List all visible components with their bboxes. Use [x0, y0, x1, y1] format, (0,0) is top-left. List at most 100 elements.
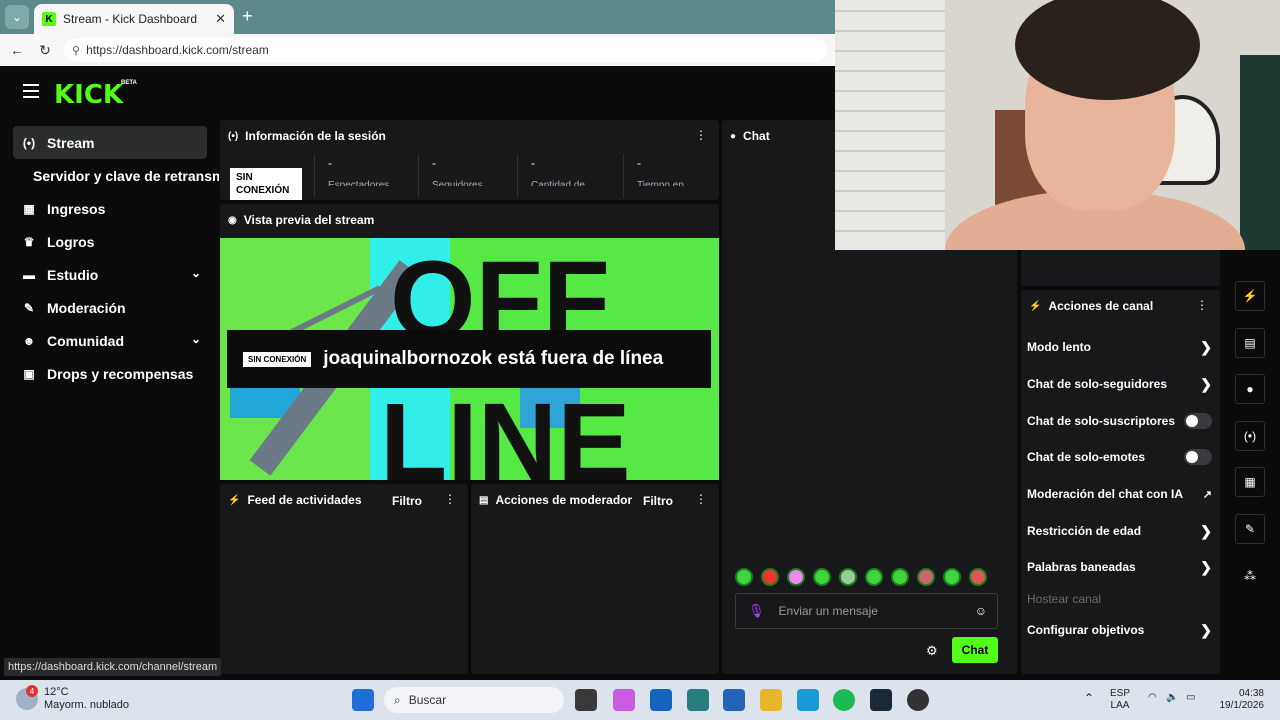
browser-tab[interactable]: K Stream - Kick Dashboard ✕ — [34, 4, 234, 34]
lightning-icon: ⚡ — [228, 494, 241, 506]
reload-icon[interactable]: ↻ — [34, 42, 56, 59]
sidebar-item-label: Logros — [47, 233, 95, 250]
action-modo-lento[interactable]: Modo lento ❯ — [1027, 337, 1212, 357]
document-icon[interactable]: ▤ — [1235, 328, 1265, 358]
more-options-icon[interactable]: ⋮ — [695, 128, 707, 142]
site-info-icon[interactable]: ⚲ — [72, 44, 80, 57]
action-label: Restricción de edad — [1027, 524, 1142, 538]
emote-icon[interactable] — [969, 568, 987, 586]
action-solo-suscriptores[interactable]: Chat de solo-suscriptores — [1027, 411, 1212, 431]
sidebar-item-stream[interactable]: (•) Stream — [13, 126, 207, 159]
taskbar-search[interactable]: ⌕ Buscar — [384, 687, 564, 713]
back-icon[interactable]: ← — [6, 42, 28, 58]
folder-icon[interactable] — [760, 689, 782, 711]
gear-icon[interactable]: ⚙ — [926, 643, 938, 659]
emote-icon[interactable] — [839, 568, 857, 586]
url-field[interactable]: ⚲ https://dashboard.kick.com/stream — [64, 38, 827, 62]
language-indicator[interactable]: ESP LAA — [1110, 688, 1130, 712]
sidebar-item-server-key[interactable]: Servidor y clave de retransm — [5, 159, 219, 192]
send-chat-button[interactable]: Chat — [952, 637, 998, 663]
action-configurar-objetivos[interactable]: Configurar objetivos ❯ — [1027, 620, 1212, 640]
volume-icon[interactable]: 🔈 — [1166, 692, 1178, 704]
emoji-icon[interactable]: ☺ — [975, 604, 987, 618]
kick-logo[interactable]: KICK — [54, 80, 123, 110]
emote-bar — [735, 568, 987, 586]
sidebar-item-estudio[interactable]: ▬ Estudio ⌄ — [13, 258, 207, 291]
stat-followers-value: - — [432, 156, 436, 170]
activity-feed-panel: ⚡ Feed de actividades Filtro ⋮ — [220, 484, 468, 674]
sidebar-item-label: Moderación — [47, 299, 126, 316]
action-solo-emotes[interactable]: Chat de solo-emotes — [1027, 447, 1212, 467]
sidebar-tooltip[interactable]: Servidor y clave de retransm — [5, 159, 219, 192]
toggle-switch[interactable] — [1184, 449, 1212, 465]
community-icon[interactable]: ⁂ — [1235, 561, 1265, 591]
chat-bubble-icon[interactable]: ● — [1235, 374, 1265, 404]
layout-icon[interactable]: ▦ — [1235, 467, 1265, 497]
offline-badge: SIN CONEXIÓN — [230, 168, 302, 200]
chat-message-input[interactable]: 🎙 Enviar un mensaje ☺ — [735, 593, 998, 629]
divider — [418, 154, 419, 198]
action-palabras-baneadas[interactable]: Palabras baneadas ❯ — [1027, 557, 1212, 577]
kick-favicon-icon: K — [42, 12, 56, 26]
filter-button[interactable]: Filtro — [643, 494, 673, 508]
emote-icon[interactable] — [891, 568, 909, 586]
chevron-down-icon[interactable]: ⌄ — [191, 266, 201, 280]
action-solo-seguidores[interactable]: Chat de solo-seguidores ❯ — [1027, 374, 1212, 394]
task-view-icon[interactable] — [575, 689, 597, 711]
store-icon[interactable] — [723, 689, 745, 711]
emote-icon[interactable] — [735, 568, 753, 586]
new-tab-icon[interactable]: + — [242, 6, 253, 27]
emote-icon[interactable] — [917, 568, 935, 586]
copilot-icon[interactable] — [613, 689, 635, 711]
emote-icon[interactable] — [787, 568, 805, 586]
edge-icon[interactable] — [797, 689, 819, 711]
tab-actions-icon[interactable]: ⌄ — [5, 5, 29, 29]
sidebar-item-moderacion[interactable]: ✎ Moderación — [13, 291, 207, 324]
app-icon[interactable] — [687, 689, 709, 711]
battery-icon[interactable]: ▭ — [1186, 692, 1195, 704]
chevron-down-icon[interactable]: ⌄ — [191, 332, 201, 346]
document-icon: ▤ — [479, 494, 489, 506]
wifi-icon[interactable]: ◠ — [1148, 692, 1157, 704]
dropbox-icon[interactable] — [650, 689, 672, 711]
stat-count-label: Cantidad de — [531, 180, 585, 186]
start-icon[interactable] — [352, 689, 374, 711]
sidebar-item-drops[interactable]: ▣ Drops y recompensas — [13, 357, 207, 390]
obs-icon[interactable] — [907, 689, 929, 711]
more-options-icon[interactable]: ⋮ — [444, 492, 456, 506]
studio-icon: ▬ — [23, 267, 35, 282]
more-options-icon[interactable]: ⋮ — [695, 492, 707, 506]
weather-icon: 4 — [16, 685, 38, 710]
spotify-icon[interactable] — [833, 689, 855, 711]
panel-title: (•) Información de la sesión — [228, 129, 386, 143]
chevron-up-icon[interactable]: ⌃ — [1084, 692, 1094, 704]
emote-icon[interactable] — [865, 568, 883, 586]
sidebar-item-ingresos[interactable]: ▦ Ingresos — [13, 192, 207, 225]
filter-button[interactable]: Filtro — [392, 494, 422, 508]
weather-widget[interactable]: 4 12°C Mayorm. nublado — [16, 685, 129, 712]
more-options-icon[interactable]: ⋮ — [1196, 298, 1208, 312]
trophy-icon: ♛ — [23, 234, 35, 249]
lightning-icon: ⚡ — [1029, 300, 1042, 312]
sidebar-item-logros[interactable]: ♛ Logros — [13, 225, 207, 258]
action-moderacion-ia[interactable]: Moderación del chat con IA ↗ — [1027, 484, 1212, 504]
close-tab-icon[interactable]: ✕ — [215, 11, 226, 27]
broadcast-icon[interactable]: (•) — [1235, 421, 1265, 451]
sidebar-item-comunidad[interactable]: ☻ Comunidad ⌄ — [13, 324, 207, 357]
action-label: Moderación del chat con IA — [1027, 487, 1184, 501]
microphone-icon[interactable]: 🎙 — [748, 603, 765, 619]
sidebar-item-label: Comunidad — [47, 332, 124, 349]
emote-icon[interactable] — [761, 568, 779, 586]
clock[interactable]: 04:38 19/1/2026 — [1212, 688, 1265, 712]
wrench-icon[interactable]: ✎ — [1235, 514, 1265, 544]
lang-primary: ESP — [1110, 688, 1131, 699]
emote-icon[interactable] — [943, 568, 961, 586]
toggle-switch[interactable] — [1184, 413, 1212, 429]
emote-icon[interactable] — [813, 568, 831, 586]
address-bar: ← ↻ ⚲ https://dashboard.kick.com/stream — [0, 34, 835, 66]
steam-icon[interactable] — [870, 689, 892, 711]
menu-icon[interactable] — [23, 84, 39, 98]
lightning-icon[interactable]: ⚡ — [1235, 281, 1265, 311]
action-restriccion-edad[interactable]: Restricción de edad ❯ — [1027, 521, 1212, 541]
weather-badge: 4 — [26, 685, 38, 697]
